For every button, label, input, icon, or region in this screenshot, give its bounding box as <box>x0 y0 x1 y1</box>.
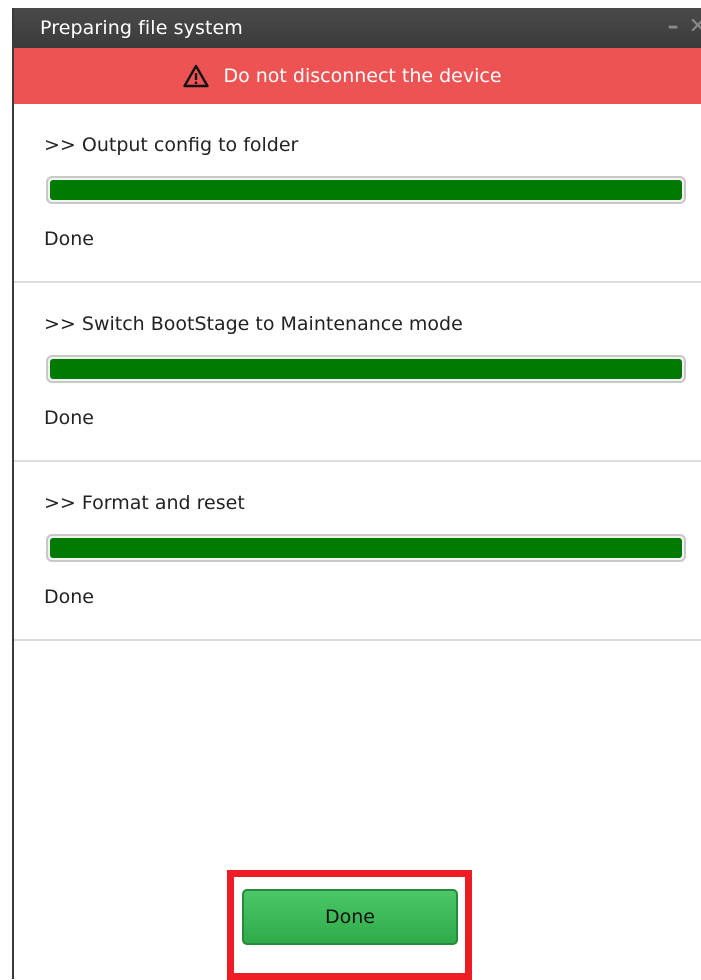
step-status: Done <box>44 228 94 250</box>
step-title: >> Format and reset <box>44 492 245 514</box>
step-switch-bootstage: >> Switch BootStage to Maintenance mode … <box>14 283 701 462</box>
step-title: >> Switch BootStage to Maintenance mode <box>44 313 463 335</box>
close-icon[interactable]: ✕ <box>689 14 701 39</box>
step-status: Done <box>44 407 94 429</box>
progress-fill <box>50 538 682 558</box>
step-title: >> Output config to folder <box>44 134 299 156</box>
done-button[interactable]: Done <box>242 889 458 945</box>
window-title: Preparing file system <box>40 17 243 39</box>
window-controls: – ✕ <box>668 14 701 39</box>
preparing-file-system-dialog: Preparing file system – ✕ Do not disconn… <box>12 8 701 979</box>
warning-banner: Do not disconnect the device <box>14 48 701 104</box>
progress-bar <box>46 355 686 383</box>
progress-fill <box>50 180 682 200</box>
progress-bar <box>46 176 686 204</box>
step-format-reset: >> Format and reset Done <box>14 462 701 641</box>
step-status: Done <box>44 586 94 608</box>
progress-fill <box>50 359 682 379</box>
minimize-icon[interactable]: – <box>668 14 679 39</box>
warning-text: Do not disconnect the device <box>223 65 502 87</box>
warning-triangle-icon <box>183 64 210 88</box>
step-output-config: >> Output config to folder Done <box>14 104 701 283</box>
title-bar[interactable]: Preparing file system – ✕ <box>14 8 701 48</box>
progress-bar <box>46 534 686 562</box>
